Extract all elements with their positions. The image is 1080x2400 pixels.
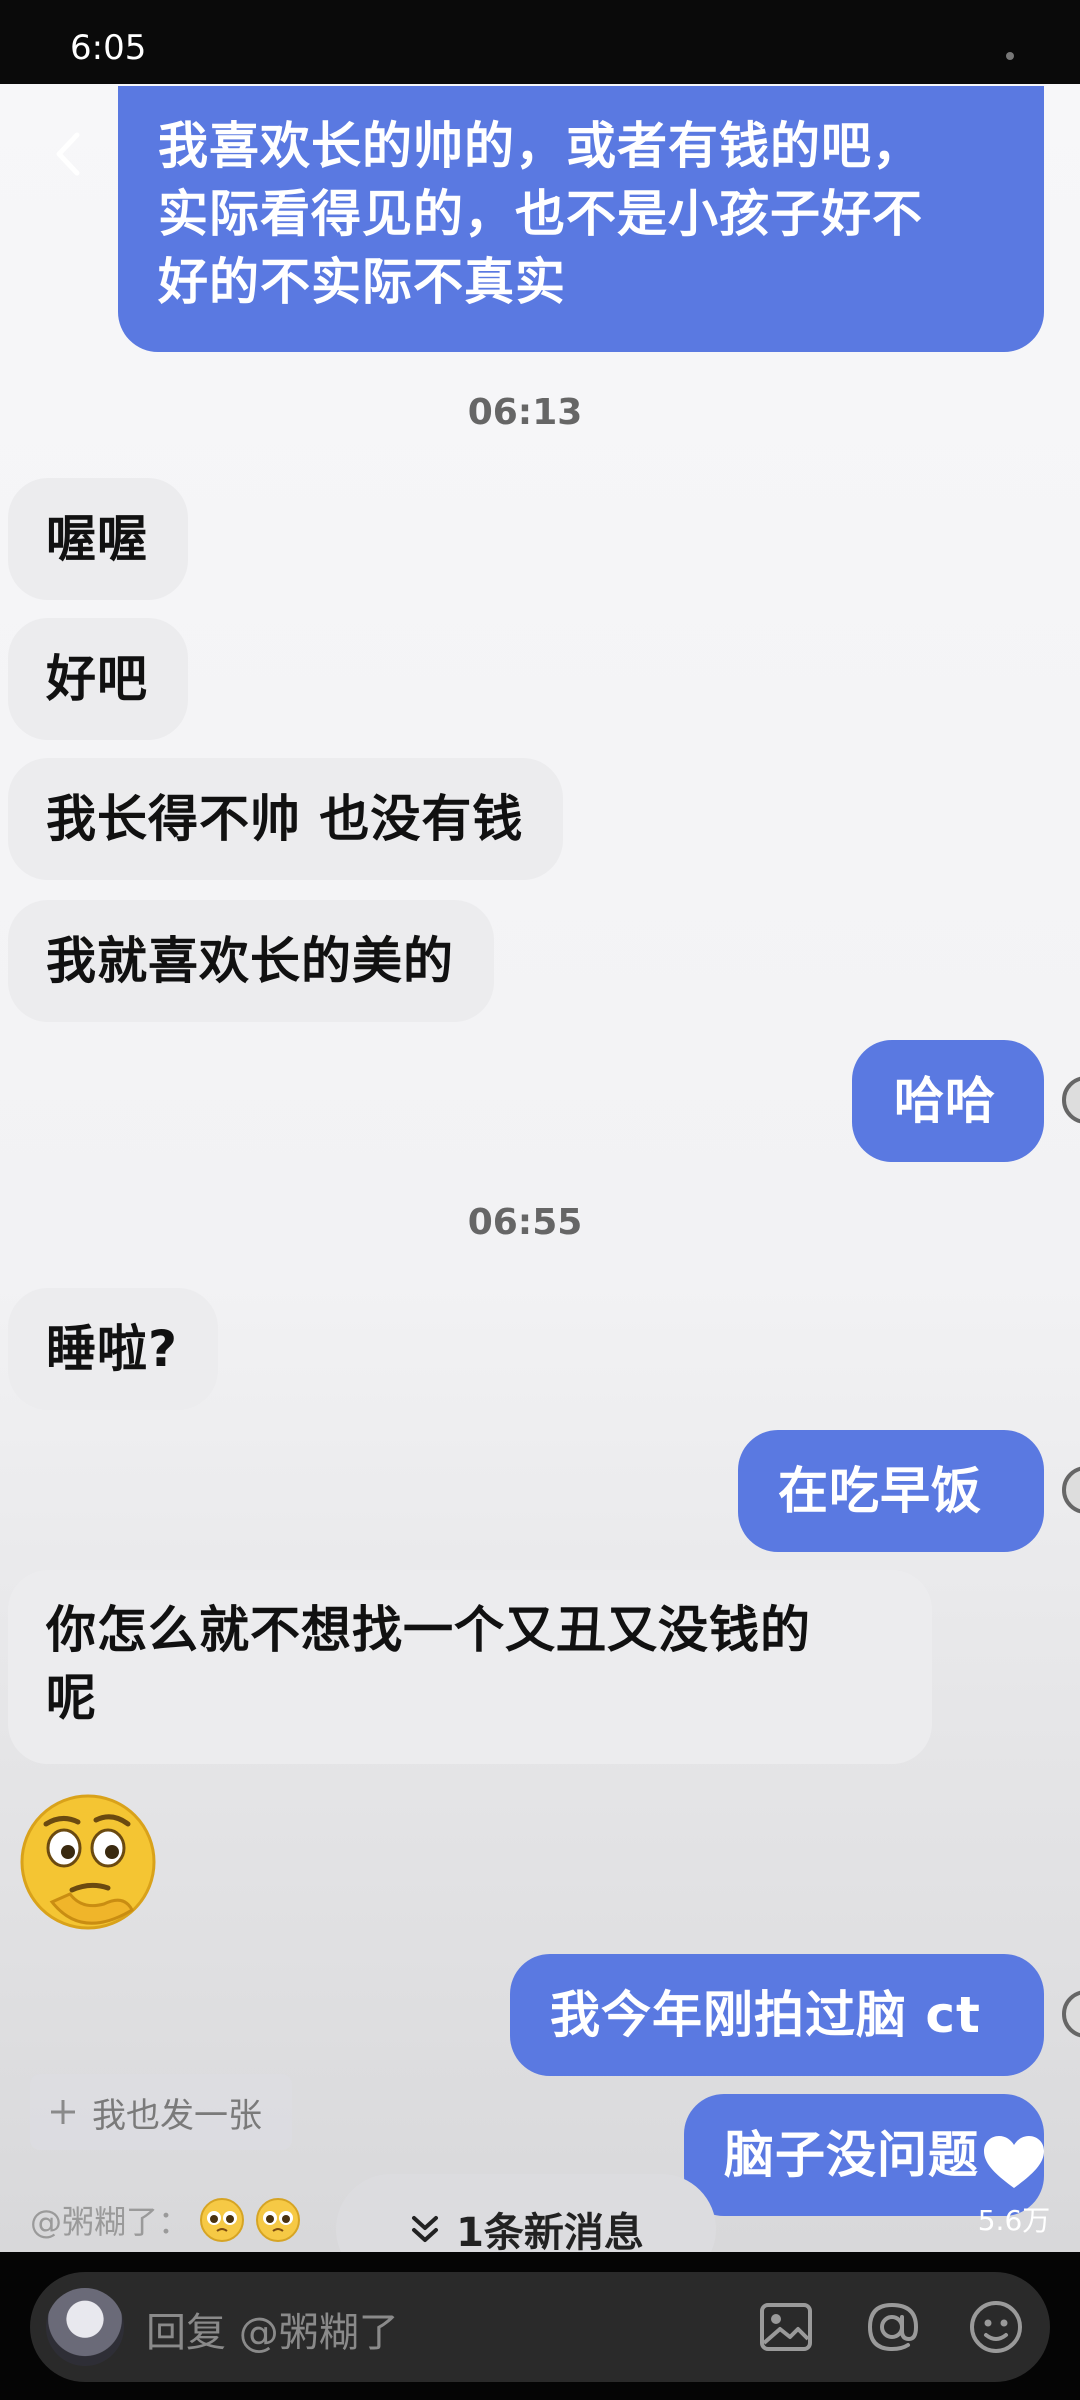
status-time: 6:05 <box>70 28 147 68</box>
thinking-face-icon <box>20 1794 156 1930</box>
avatar[interactable] <box>46 2288 124 2366</box>
message-line: 我喜欢长的帅的，或者有钱的吧， <box>158 117 923 175</box>
emoji-message[interactable] <box>12 1790 164 1942</box>
new-message-button[interactable]: 1条新消息 <box>336 2174 716 2252</box>
message-line: 你怎么就不想找一个又丑又没钱的 <box>46 1601 811 1659</box>
outgoing-message[interactable]: 我喜欢长的帅的，或者有钱的吧， 实际看得见的，也不是小孩子好不 好的不实际不真实 <box>118 86 1044 352</box>
back-button[interactable] <box>44 114 92 194</box>
message-line: 呢 <box>46 1669 97 1727</box>
sender-avatar-edge <box>1062 1466 1080 1514</box>
like-button[interactable]: 5.6万 <box>972 2134 1056 2239</box>
repost-label: 我也发一张 <box>92 2095 262 2136</box>
incoming-message[interactable]: 我就喜欢长的美的 <box>8 900 494 1022</box>
mention-icon[interactable] <box>862 2297 922 2357</box>
incoming-message[interactable]: 好吧 <box>8 618 188 740</box>
timestamp: 06:55 <box>467 1202 583 1243</box>
emoji-icon[interactable] <box>966 2297 1026 2357</box>
repost-button[interactable]: 我也发一张 <box>30 2074 292 2150</box>
sender-avatar-edge <box>1062 1990 1080 2038</box>
incoming-message[interactable]: 我长得不帅 也没有钱 <box>8 758 564 880</box>
status-bar: 6:05 <box>0 0 1080 84</box>
chevron-left-icon <box>56 132 80 176</box>
reply-placeholder: 回复 @粥糊了 <box>146 2310 399 2356</box>
new-message-label: 1条新消息 <box>456 2210 644 2252</box>
image-icon[interactable] <box>756 2297 816 2357</box>
like-count: 5.6万 <box>977 2204 1051 2237</box>
sender-avatar-edge <box>1062 1076 1080 1124</box>
pleading-face-icon <box>200 2198 245 2242</box>
plus-icon <box>51 2100 75 2124</box>
outgoing-message[interactable]: 在吃早饭 <box>738 1430 1044 1552</box>
reply-input[interactable]: 回复 @粥糊了 <box>30 2272 1050 2382</box>
comment-author: @粥糊了： <box>30 2203 191 2241</box>
incoming-message[interactable]: 喔喔 <box>8 478 188 600</box>
chat-screen[interactable]: 我喜欢长的帅的，或者有钱的吧， 实际看得见的，也不是小孩子好不 好的不实际不真实… <box>0 84 1080 2252</box>
timestamp: 06:13 <box>467 392 583 433</box>
reply-bar: 回复 @粥糊了 <box>0 2252 1080 2400</box>
message-line: 好的不实际不真实 <box>158 253 566 311</box>
pleading-face-icon <box>256 2198 301 2242</box>
heart-icon <box>984 2136 1044 2188</box>
status-indicator-dot <box>1006 52 1014 60</box>
comment-preview[interactable]: @粥糊了： <box>30 2196 302 2244</box>
message-line: 实际看得见的，也不是小孩子好不 <box>158 185 923 243</box>
outgoing-message[interactable]: 哈哈 <box>852 1040 1044 1162</box>
incoming-message[interactable]: 你怎么就不想找一个又丑又没钱的 呢 <box>8 1570 932 1764</box>
outgoing-message[interactable]: 我今年刚拍过脑 ct <box>510 1954 1044 2076</box>
incoming-message[interactable]: 睡啦? <box>8 1288 219 1410</box>
double-chevron-down-icon <box>412 2216 439 2242</box>
